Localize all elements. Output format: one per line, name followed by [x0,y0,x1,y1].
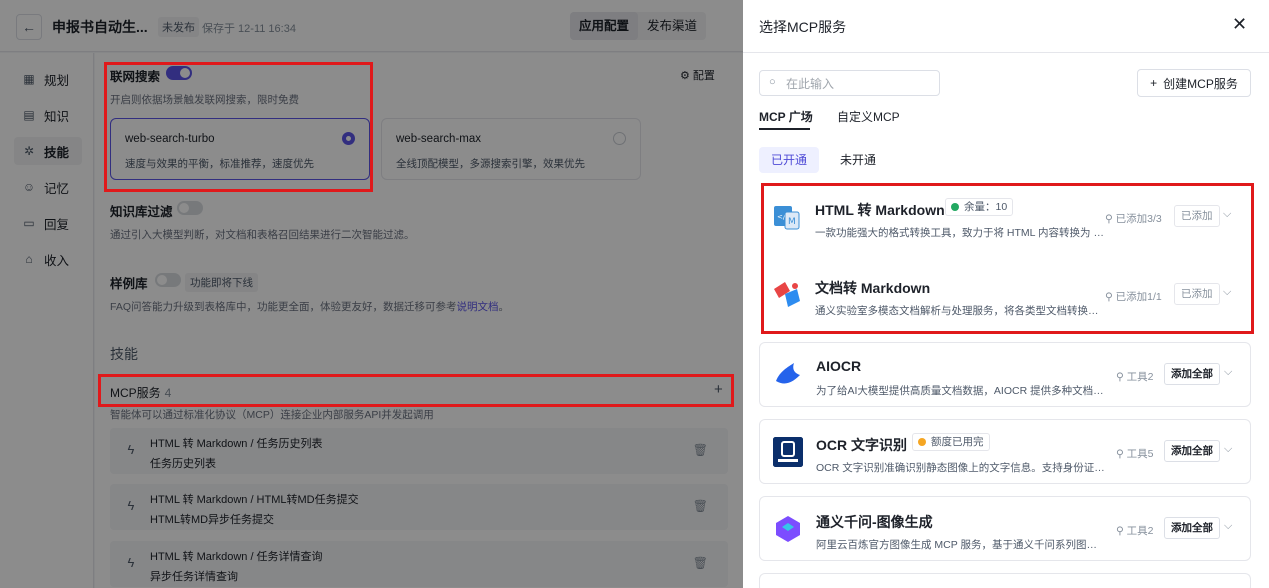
search-input[interactable] [786,75,934,92]
mcp-service-card[interactable] [759,573,1251,588]
tool-icon: ⚲ [1116,525,1127,537]
add-all-button[interactable]: 添加全部 [1164,440,1220,462]
service-name: 通义千问-图像生成 [816,514,933,530]
quota-badge: 额度已用完 [912,433,990,451]
service-desc: OCR 文字识别准确识别静态图像上的文字信息。支持身份证识别等 [816,462,1106,474]
mcp-drawer: 选择MCP服务 ✕ ○ + 创建MCP服务 MCP 广场 自定义MCP 已开通 未… [743,0,1269,588]
divider [743,52,1269,53]
mcp-service-card[interactable]: AIOCR 为了给AI大模型提供高质量文档数据，AIOCR 提供多种文档识别能力… [759,342,1251,407]
tool-icon: ⚲ [1116,371,1127,383]
mcp-service-card[interactable]: 通义千问-图像生成 阿里云百炼官方图像生成 MCP 服务，基于通义千问系列图像生… [759,496,1251,561]
tab-mcp-square[interactable]: MCP 广场 [759,108,813,125]
tab-underline [759,128,810,130]
highlight-box [98,374,734,407]
chevron-down-icon[interactable]: ⌵ [1224,366,1232,379]
meta-text: 工具5 [1126,448,1154,460]
mcp-service-card[interactable]: OCR 文字识别 额度已用完 OCR 文字识别准确识别静态图像上的文字信息。支持… [759,419,1251,484]
chevron-down-icon[interactable]: ⌵ [1224,443,1232,456]
create-mcp-button[interactable]: + 创建MCP服务 [1137,69,1251,97]
service-name: AIOCR [816,358,862,374]
service-name: OCR 文字识别 [816,437,907,453]
service-meta: ⚲ 工具2 [1116,369,1153,384]
service-desc: 为了给AI大模型提供高质量文档数据，AIOCR 提供多种文档识别能力 [816,385,1106,397]
meta-text: 工具2 [1126,525,1154,537]
filter-not-enabled[interactable]: 未开通 [828,147,888,173]
create-mcp-label: 创建MCP服务 [1163,76,1238,91]
plus-icon: + [1150,76,1158,90]
search-icon: ○ [769,76,776,88]
badge-text: 额度已用完 [931,436,984,448]
service-meta: ⚲ 工具5 [1116,446,1153,461]
tab-custom-mcp[interactable]: 自定义MCP [837,108,900,125]
search-box: ○ [759,70,940,96]
service-desc: 阿里云百炼官方图像生成 MCP 服务，基于通义千问系列图像生成模型 [816,539,1106,551]
filter-enabled[interactable]: 已开通 [759,147,820,173]
highlight-box [761,183,1254,334]
highlight-box [104,62,373,192]
qwen-image-logo [776,516,800,542]
add-all-button[interactable]: 添加全部 [1164,363,1220,385]
meta-text: 工具2 [1126,371,1154,383]
tool-icon: ⚲ [1116,448,1127,460]
service-meta: ⚲ 工具2 [1116,523,1153,538]
quota-dot-icon [918,438,926,446]
app-background: ← 申报书自动生... 未发布 保存于 12-11 16:34 应用配置 发布渠… [0,0,743,588]
add-all-button[interactable]: 添加全部 [1164,517,1220,539]
close-icon[interactable]: ✕ [1232,14,1247,35]
ocr-logo [773,437,803,467]
drawer-title: 选择MCP服务 [759,19,847,35]
aiocr-logo [776,363,800,384]
chevron-down-icon[interactable]: ⌵ [1224,520,1232,533]
